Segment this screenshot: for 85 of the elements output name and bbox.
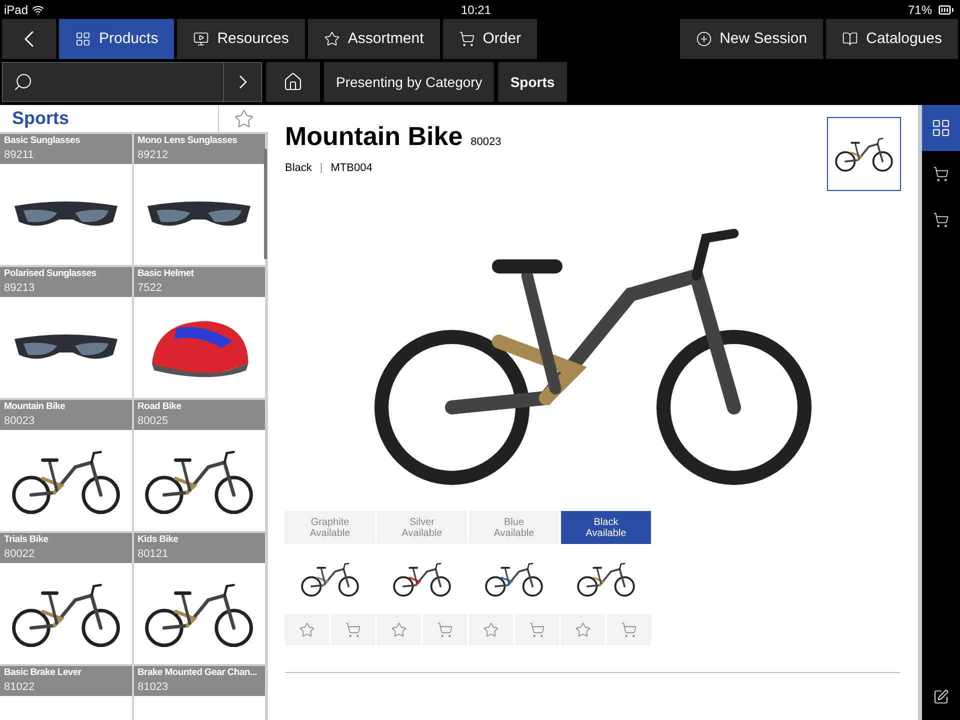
cart-add-icon [933, 212, 949, 228]
colour-option[interactable]: Graphite Available [285, 511, 375, 544]
home-button[interactable] [266, 62, 320, 102]
colour-option[interactable]: Blue Available [469, 511, 559, 544]
product-code: 89213 [4, 281, 36, 295]
edit-icon [933, 689, 949, 705]
book-icon [842, 31, 858, 47]
breadcrumb-item[interactable]: Presenting by Category [324, 62, 494, 102]
add-to-cart-button[interactable] [331, 614, 375, 645]
add-to-cart-button[interactable] [423, 614, 467, 645]
grid-icon [75, 31, 91, 47]
chevron-right-icon [238, 75, 247, 89]
favourite-button[interactable] [377, 614, 421, 645]
search-icon [12, 72, 33, 92]
breadcrumb-item[interactable]: Sports [498, 62, 567, 102]
star-icon [575, 622, 591, 638]
favourite-button[interactable] [285, 614, 329, 645]
favourite-button[interactable] [561, 614, 605, 645]
colour-label: Black [285, 161, 312, 176]
nav-tab[interactable]: Resources [177, 19, 305, 59]
nav-tab[interactable]: Products [59, 19, 174, 59]
product-code: 89211 [4, 148, 35, 162]
product-tile[interactable]: Road Bike 80025 [134, 400, 265, 531]
product-tile[interactable]: Mountain Bike 80023 [0, 400, 132, 531]
product-code: 80023 [470, 135, 502, 150]
product-tile[interactable]: Basic Helmet 7522 [134, 267, 265, 398]
cart-icon [458, 31, 475, 47]
separator: | [320, 161, 323, 176]
battery-percentage: 71% [908, 2, 932, 18]
product-name: Mountain Bike [4, 400, 66, 414]
product-tile[interactable]: Trials Bike 80022 [0, 533, 132, 664]
product-name: Road Bike [138, 400, 182, 414]
sku-label: MTB004 [330, 161, 372, 176]
product-code: 89212 [138, 148, 170, 162]
cart-icon [345, 622, 361, 638]
star-icon [234, 108, 254, 128]
star-icon [324, 31, 340, 47]
product-title: Mountain Bike [285, 120, 463, 153]
wifi-icon [32, 4, 44, 16]
cart-download-icon [933, 166, 949, 182]
product-code: 81023 [138, 680, 170, 694]
product-tile[interactable]: Polarised Sunglasses 89213 [0, 267, 132, 398]
cart-icon [529, 622, 545, 638]
nav-tab[interactable]: Order [442, 19, 538, 59]
product-code: 81022 [4, 680, 36, 694]
clock-time: 10:21 [460, 2, 492, 18]
cart-icon [621, 622, 637, 638]
product-code: 80121 [138, 547, 170, 561]
media-icon [193, 31, 210, 47]
product-code: 7522 [138, 281, 163, 295]
product-name: Trials Bike [4, 533, 50, 547]
product-code: 80025 [138, 414, 170, 428]
product-name: Polarised Sunglasses [4, 267, 98, 281]
add-to-cart-button[interactable] [607, 614, 651, 645]
thumbnail-button[interactable] [827, 117, 901, 191]
product-tile[interactable]: Kids Bike 80121 [134, 533, 265, 664]
product-tile[interactable]: Basic Brake Lever 81022 [0, 666, 132, 720]
category-title: Sports [11, 107, 70, 130]
star-icon [483, 622, 499, 638]
product-tile[interactable]: Mono Lens Sunglasses 89212 [134, 134, 265, 265]
plus-circle-icon [696, 31, 712, 47]
colour-option[interactable]: Silver Available [377, 511, 467, 544]
product-name: Brake Mounted Gear Chan... [138, 666, 258, 680]
product-tile[interactable]: Brake Mounted Gear Chan... 81023 [134, 666, 265, 720]
colour-option[interactable]: Black Available [561, 511, 651, 544]
cart-icon [437, 622, 453, 638]
favourite-button[interactable] [469, 614, 513, 645]
product-code: 80022 [4, 547, 36, 561]
toolbar-button[interactable]: Catalogues [826, 19, 958, 59]
product-name: Mono Lens Sunglasses [138, 134, 238, 148]
home-icon [283, 72, 303, 92]
grid-icon [931, 118, 951, 138]
add-to-cart-button[interactable] [515, 614, 559, 645]
search-field[interactable] [2, 62, 262, 102]
star-icon [299, 622, 315, 638]
product-name: Kids Bike [138, 533, 180, 547]
star-icon [391, 622, 407, 638]
product-tile[interactable]: Basic Sunglasses 89211 [0, 134, 132, 265]
nav-tab[interactable]: Assortment [308, 19, 440, 59]
product-name: Basic Helmet [138, 267, 195, 281]
toolbar-button[interactable]: New Session [680, 19, 824, 59]
product-name: Basic Brake Lever [4, 666, 82, 680]
product-name: Basic Sunglasses [4, 134, 81, 148]
product-code: 80023 [4, 414, 36, 428]
device-name: iPad [4, 2, 28, 18]
